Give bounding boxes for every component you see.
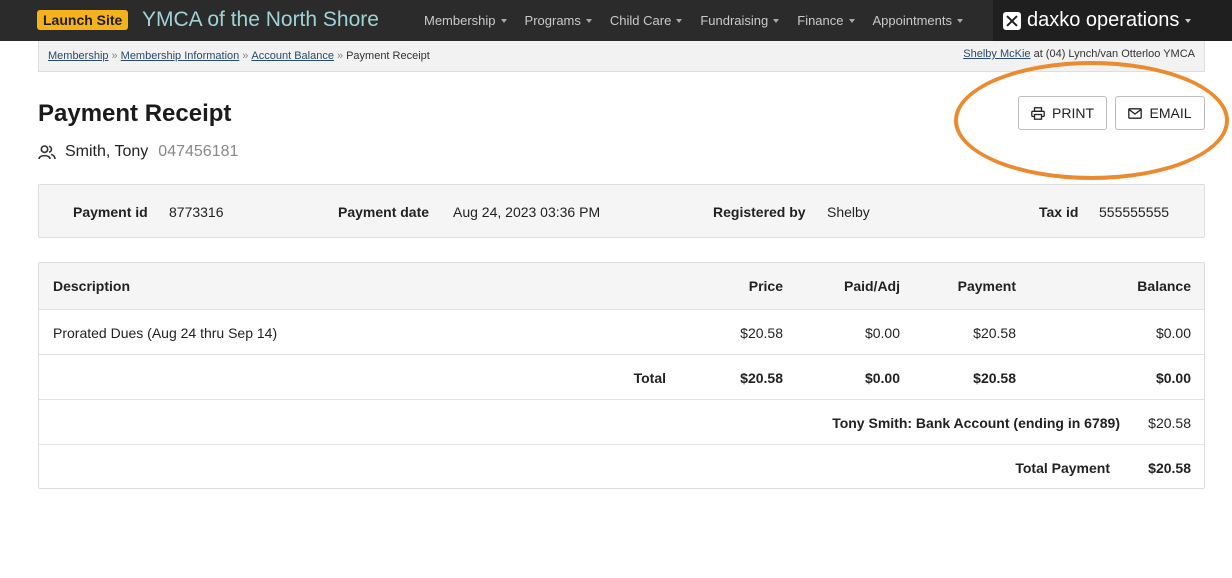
- table-row: Prorated Dues (Aug 24 thru Sep 14) $20.5…: [39, 309, 1204, 354]
- current-user: Shelby McKie at (04) Lynch/van Otterloo …: [963, 48, 1195, 60]
- breadcrumb-account-balance[interactable]: Account Balance: [251, 50, 334, 62]
- menu-finance[interactable]: Finance: [788, 13, 863, 28]
- chevron-down-icon: [848, 18, 855, 23]
- column-header-paid-adj: Paid/Adj: [843, 278, 900, 294]
- total-payment: $20.58: [973, 370, 1016, 386]
- tax-id-value: 555555555: [1099, 204, 1170, 220]
- column-header-price: Price: [748, 278, 783, 294]
- row-balance: $0.00: [1155, 325, 1191, 341]
- total-payment-amount: $20.58: [1148, 460, 1191, 476]
- people-icon: [38, 144, 56, 159]
- column-header-payment: Payment: [957, 278, 1016, 294]
- member-name: Smith, Tony: [65, 143, 149, 160]
- total-balance: $0.00: [1155, 370, 1191, 386]
- brand-menu[interactable]: daxko operations: [993, 0, 1232, 41]
- menu-fundraising[interactable]: Fundraising: [691, 13, 788, 28]
- brand-name: daxko operations: [1027, 9, 1180, 31]
- printer-icon: [1031, 106, 1045, 120]
- menu-programs[interactable]: Programs: [516, 13, 601, 28]
- user-name-link[interactable]: Shelby McKie: [963, 48, 1030, 60]
- menu-membership[interactable]: Membership: [415, 13, 516, 28]
- registered-by-value: Shelby: [827, 204, 870, 220]
- column-header-balance: Balance: [1137, 278, 1191, 294]
- chevron-down-icon: [676, 18, 683, 23]
- total-payment-label: Total Payment: [1015, 460, 1110, 476]
- payment-id-value: 8773316: [169, 204, 224, 220]
- table-header-row: Description Price Paid/Adj Payment Balan…: [39, 263, 1204, 309]
- organization-name[interactable]: YMCA of the North Shore: [142, 6, 379, 34]
- row-price: $20.58: [740, 325, 783, 341]
- page-title: Payment Receipt: [38, 100, 232, 127]
- payment-method-row: Tony Smith: Bank Account (ending in 6789…: [39, 399, 1204, 444]
- breadcrumb: Membership» Membership Information» Accoun…: [48, 50, 430, 62]
- chevron-down-icon: [585, 18, 592, 23]
- total-price: $20.58: [740, 370, 783, 386]
- total-label: Total: [633, 370, 666, 386]
- email-button[interactable]: EMAIL: [1115, 96, 1205, 130]
- breadcrumb-membership[interactable]: Membership: [48, 50, 109, 62]
- receipt-table: Description Price Paid/Adj Payment Balan…: [38, 262, 1205, 489]
- user-location: at (04) Lynch/van Otterloo YMCA: [1033, 48, 1195, 60]
- chevron-down-icon: [1185, 18, 1192, 23]
- member-id: 047456181: [158, 143, 239, 160]
- payment-method-label: Tony Smith: Bank Account (ending in 6789…: [832, 415, 1120, 431]
- breadcrumb-bar: Membership» Membership Information» Accoun…: [38, 41, 1205, 72]
- main-menu: Membership Programs Child Care Fundraisi…: [415, 0, 972, 41]
- total-row: Total $20.58 $0.00 $20.58 $0.00: [39, 354, 1204, 399]
- total-payment-row: Total Payment $20.58: [39, 444, 1204, 489]
- payment-date-value: Aug 24, 2023 03:36 PM: [453, 204, 601, 220]
- member-info: Smith, Tony 047456181: [38, 143, 238, 161]
- row-paid-adj: $0.00: [864, 325, 900, 341]
- payment-id-label: Payment id: [73, 204, 148, 220]
- chevron-down-icon: [957, 18, 963, 23]
- chevron-down-icon: [773, 18, 780, 23]
- menu-child-care[interactable]: Child Care: [601, 13, 691, 28]
- registered-by-label: Registered by: [713, 204, 806, 220]
- payment-date-label: Payment date: [338, 204, 430, 220]
- envelope-icon: [1128, 107, 1143, 119]
- column-header-description: Description: [53, 278, 131, 294]
- row-description: Prorated Dues (Aug 24 thru Sep 14): [53, 325, 278, 341]
- breadcrumb-membership-information[interactable]: Membership Information: [121, 50, 240, 62]
- breadcrumb-current: Payment Receipt: [346, 50, 430, 62]
- payment-info-box: Payment id 8773316 Payment date Aug 24, …: [38, 184, 1205, 238]
- tax-id-label: Tax id: [1039, 204, 1079, 220]
- total-paid-adj: $0.00: [864, 370, 900, 386]
- top-navigation-bar: Launch Site YMCA of the North Shore Memb…: [0, 0, 1232, 41]
- daxko-logo-icon: [1003, 11, 1021, 30]
- menu-appointments[interactable]: Appointments: [864, 13, 973, 28]
- row-payment: $20.58: [973, 325, 1016, 341]
- chevron-down-icon: [500, 18, 507, 23]
- payment-method-amount: $20.58: [1148, 415, 1191, 431]
- print-button[interactable]: PRINT: [1018, 96, 1107, 130]
- launch-site-button[interactable]: Launch Site: [37, 10, 129, 30]
